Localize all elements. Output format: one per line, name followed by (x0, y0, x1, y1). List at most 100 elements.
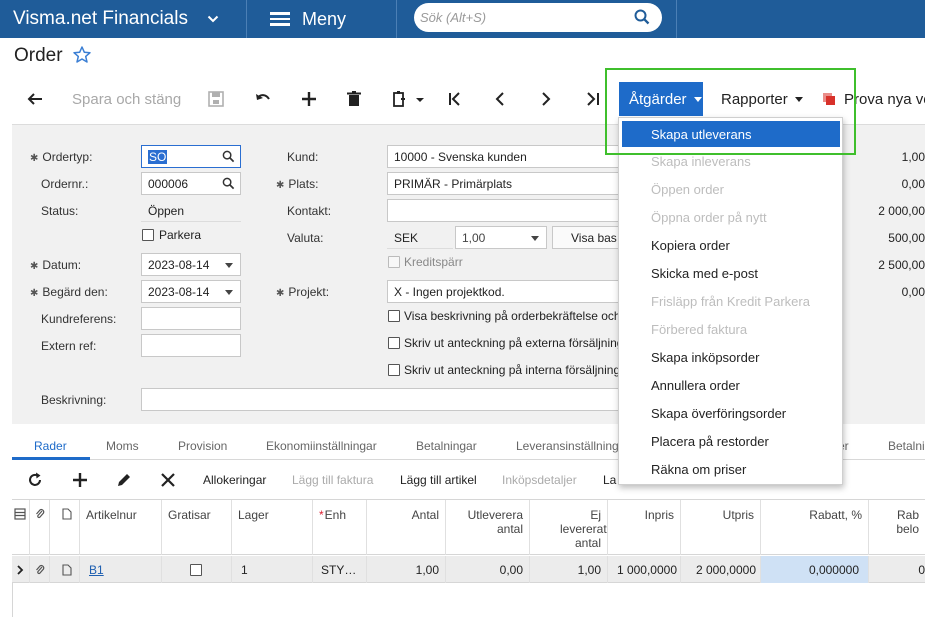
ordernr-field[interactable]: 000006 (141, 172, 241, 195)
menu-item-cancel-order[interactable]: Annullera order (619, 372, 842, 398)
tab-moms[interactable]: Moms (106, 439, 139, 453)
try-new-ui-button[interactable]: Prova nya ve (823, 82, 925, 116)
undo-icon[interactable] (253, 89, 273, 109)
next-record-icon[interactable] (536, 89, 556, 109)
close-icon[interactable] (158, 470, 178, 490)
header-rabatt[interactable]: Rabatt, % (761, 500, 869, 555)
actions-button[interactable]: Åtgärder (619, 82, 703, 116)
dropdown-arrow-icon[interactable] (225, 290, 233, 295)
save-close-button[interactable]: Spara och stäng (72, 88, 181, 110)
externref-field[interactable] (141, 334, 241, 357)
header-rab-belopp[interactable]: Rab belo (869, 500, 925, 555)
edit-icon[interactable] (114, 470, 134, 490)
cell-rabatt[interactable]: 0,000000 (761, 556, 869, 583)
header-utpris[interactable]: Utpris (681, 500, 761, 555)
cell-rab-belopp[interactable]: 0 (869, 556, 925, 583)
delete-icon[interactable] (344, 89, 364, 109)
search-icon[interactable] (634, 9, 650, 25)
menu-item-create-shipment[interactable]: Skapa utleverans (622, 121, 840, 147)
cell-utlevererat[interactable]: 0,00 (446, 556, 530, 583)
reports-button[interactable]: Rapporter (721, 82, 803, 116)
add-icon[interactable] (299, 89, 319, 109)
rate-field[interactable]: 1,00 (455, 226, 547, 249)
plats-field[interactable]: PRIMÄR - Primärplats (387, 172, 622, 195)
header-antal[interactable]: Antal (367, 500, 446, 555)
kundref-field[interactable] (141, 307, 241, 330)
copy-paste-icon[interactable] (390, 89, 410, 109)
star-icon[interactable] (72, 45, 92, 65)
menu-item-recalculate-prices[interactable]: Räkna om priser (619, 456, 842, 482)
cell-utpris[interactable]: 2 000,0000 (681, 556, 761, 583)
search-input[interactable] (420, 7, 620, 27)
tab-leverans[interactable]: Leveransinställning (516, 439, 619, 453)
menu-item-place-backorder[interactable]: Placera på restorder (619, 428, 842, 454)
add-row-icon[interactable] (70, 470, 90, 490)
ordertype-field[interactable]: SO (141, 145, 241, 168)
allokeringar-button[interactable]: Allokeringar (203, 473, 266, 487)
cell-ej-levererat[interactable]: 1,00 (530, 556, 608, 583)
tab-betalningar[interactable]: Betalningar (416, 439, 477, 453)
menu-item-prepare-invoice[interactable]: Förbered faktura (619, 316, 842, 342)
tab-rader[interactable]: Rader (34, 439, 67, 453)
company-switcher[interactable]: Visma.net Financials (0, 0, 246, 38)
header-gratisar[interactable]: Gratisar (162, 500, 232, 555)
item-link[interactable]: B1 (89, 563, 104, 577)
header-enh[interactable]: *Enh (313, 500, 367, 555)
cell-lager[interactable]: 1 (232, 556, 313, 583)
cell-antal[interactable]: 1,00 (367, 556, 446, 583)
menu-item-send-email[interactable]: Skicka med e-post (619, 260, 842, 286)
add-item-button[interactable]: Lägg till artikel (400, 473, 477, 487)
search-icon[interactable] (222, 177, 235, 190)
header-utlevererat[interactable]: Utleverera antal (446, 500, 530, 555)
menu-item-create-transfer-order[interactable]: Skapa överföringsorder (619, 400, 842, 426)
interna-checkbox[interactable] (388, 364, 400, 376)
tab-ekonomi[interactable]: Ekonomiinställningar (266, 439, 377, 453)
purchase-details-button[interactable]: Inköpsdetaljer (502, 473, 577, 487)
projekt-field[interactable]: X - Ingen projektkod. (387, 280, 622, 303)
header-ej-levererat[interactable]: Ej levererat antal (530, 500, 608, 555)
begard-field[interactable]: 2023-08-14 (141, 280, 241, 303)
search-icon[interactable] (222, 150, 235, 163)
menu-item-reopen-order[interactable]: Öppna order på nytt (619, 204, 842, 230)
header-artikelnr[interactable]: Artikelnur (80, 500, 162, 555)
parkera-checkbox[interactable] (142, 229, 154, 241)
row-attach[interactable] (30, 556, 50, 583)
dropdown-arrow-icon[interactable] (225, 263, 233, 268)
table-row[interactable]: B1 1 STY… 1,00 0,00 1,00 1 000,0000 2 00… (12, 556, 925, 583)
header-inpris[interactable]: Inpris (608, 500, 681, 555)
menu-item-release-credit-hold[interactable]: Frisläpp från Kredit Parkera (619, 288, 842, 314)
first-record-icon[interactable] (445, 89, 465, 109)
kreditsparr-checkbox[interactable] (388, 256, 400, 268)
header-lager[interactable]: Lager (232, 500, 313, 555)
beskrivning-field[interactable] (141, 388, 621, 411)
cell-enh[interactable]: STY… (313, 556, 367, 583)
menu-item-open-order[interactable]: Öppen order (619, 176, 842, 202)
menu-item-create-receipt[interactable]: Skapa inleverans (619, 148, 842, 174)
row-expand-icon[interactable] (12, 556, 30, 583)
visa-bas-button[interactable]: Visa bas (552, 226, 622, 249)
tab-betalni[interactable]: Betalni (888, 439, 925, 453)
externa-checkbox[interactable] (388, 337, 400, 349)
cell-artikelnr[interactable]: B1 (80, 556, 162, 583)
tab-provision[interactable]: Provision (178, 439, 227, 453)
main-menu-button[interactable]: Meny (248, 0, 396, 38)
kund-field[interactable]: 10000 - Svenska kunden (387, 145, 622, 168)
dropdown-arrow-icon[interactable] (531, 236, 539, 241)
menu-item-copy-order[interactable]: Kopiera order (619, 232, 842, 258)
save-icon[interactable] (206, 89, 226, 109)
add-invoice-button[interactable]: Lägg till faktura (292, 473, 373, 487)
refresh-icon[interactable] (25, 470, 45, 490)
back-arrow-icon[interactable] (25, 89, 45, 109)
datum-field[interactable]: 2023-08-14 (141, 253, 241, 276)
gratisar-checkbox[interactable] (190, 563, 202, 576)
cell-inpris[interactable]: 1 000,0000 (608, 556, 681, 583)
grid-toolbar-more[interactable]: La (603, 473, 616, 487)
chevron-down-icon[interactable] (410, 89, 430, 109)
last-record-icon[interactable] (584, 89, 604, 109)
kontakt-field[interactable] (387, 199, 622, 222)
menu-item-create-purchase-order[interactable]: Skapa inköpsorder (619, 344, 842, 370)
visa-beskrivning-checkbox[interactable] (388, 310, 400, 322)
row-doc[interactable] (50, 556, 80, 583)
active-tab-indicator (12, 457, 90, 460)
previous-record-icon[interactable] (490, 89, 510, 109)
